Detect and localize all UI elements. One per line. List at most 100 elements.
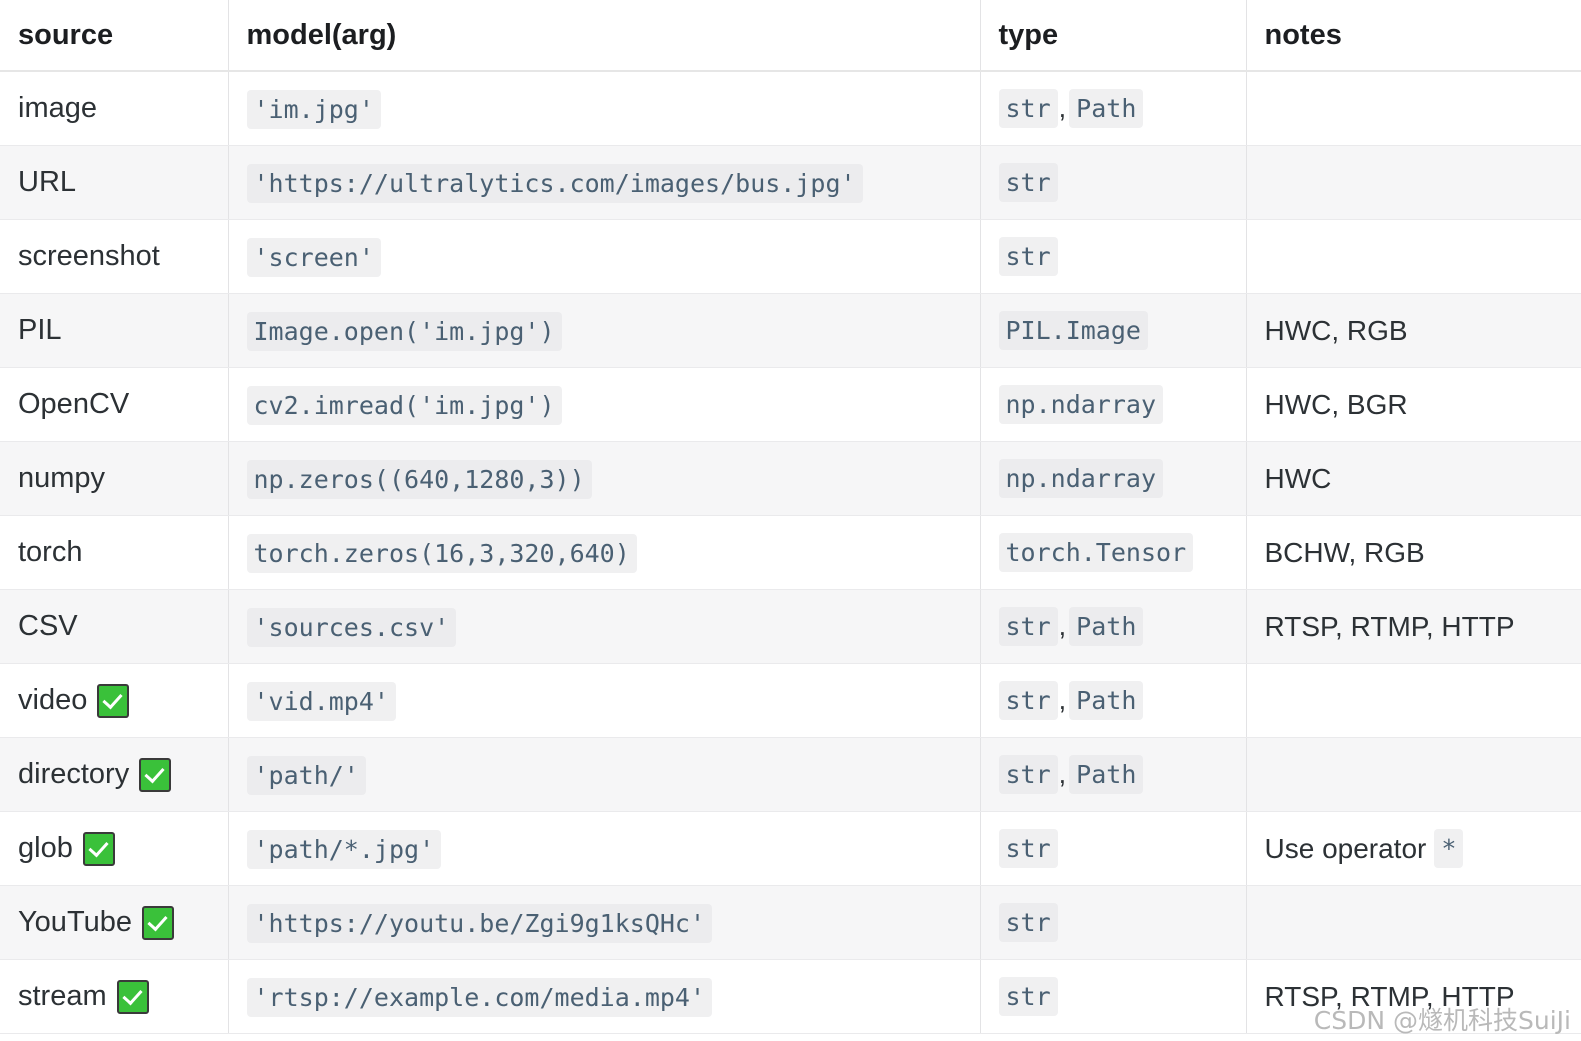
table-row: YouTube 'https://youtu.be/Zgi9g1ksQHc' str bbox=[0, 885, 1581, 960]
cell-model-arg: 'https://youtu.be/Zgi9g1ksQHc' bbox=[228, 885, 981, 960]
cell-model-arg: 'rtsp://example.com/media.mp4' bbox=[228, 959, 981, 1034]
type-cell-content: PIL.Image bbox=[998, 311, 1148, 350]
notes-cell-content: RTSP, RTMP, HTTP bbox=[1265, 981, 1515, 1013]
type-cell-content: str bbox=[998, 829, 1058, 868]
table-row: torch torch.zeros(16,3,320,640) torch.Tens… bbox=[0, 515, 1581, 590]
cell-source: glob bbox=[0, 811, 229, 886]
type-code: str bbox=[998, 163, 1058, 202]
type-code: str bbox=[998, 903, 1058, 942]
type-code: torch.Tensor bbox=[998, 533, 1194, 572]
cell-type: str, Path bbox=[980, 737, 1247, 812]
notes-text: HWC, BGR bbox=[1264, 388, 1408, 420]
type-separator: , bbox=[1058, 611, 1067, 641]
cell-model-arg: cv2.imread('im.jpg') bbox=[228, 367, 981, 442]
notes-cell-content: HWC bbox=[1265, 463, 1332, 495]
cell-type: str bbox=[980, 145, 1247, 220]
model-arg-code: 'vid.mp4' bbox=[246, 681, 396, 721]
cell-notes bbox=[1246, 663, 1581, 738]
model-arg-code: 'path/*.jpg' bbox=[246, 829, 442, 869]
check-mark-icon bbox=[97, 683, 130, 718]
source-cell-content: screenshot bbox=[18, 240, 228, 273]
type-separator: , bbox=[1058, 93, 1067, 123]
table-row: stream 'rtsp://example.com/media.mp4' str R… bbox=[0, 959, 1581, 1034]
cell-model-arg: 'vid.mp4' bbox=[228, 663, 981, 738]
cell-source: torch bbox=[0, 515, 229, 590]
model-arg-code: 'path/' bbox=[246, 755, 366, 795]
cell-type: PIL.Image bbox=[980, 293, 1247, 368]
cell-notes: HWC, BGR bbox=[1246, 367, 1581, 442]
cell-source: stream bbox=[0, 959, 229, 1034]
source-label: directory bbox=[18, 758, 130, 790]
model-arg-code: Image.open('im.jpg') bbox=[246, 311, 562, 351]
table-body: image'im.jpg' str, Path URL'https://ultraly… bbox=[0, 71, 1581, 1034]
model-arg-code: torch.zeros(16,3,320,640) bbox=[246, 533, 637, 573]
type-cell-content: str, Path bbox=[998, 89, 1144, 128]
type-code: np.ndarray bbox=[998, 385, 1164, 424]
cell-type: str bbox=[980, 811, 1247, 886]
source-cell-content: YouTube bbox=[18, 905, 228, 940]
cell-model-arg: np.zeros((640,1280,3)) bbox=[228, 441, 981, 516]
cell-notes: RTSP, RTMP, HTTP bbox=[1246, 589, 1581, 664]
cell-type: str, Path bbox=[980, 663, 1247, 738]
notes-text: RTSP, RTMP, HTTP bbox=[1264, 980, 1515, 1012]
inference-sources-table: source model(arg) type notes image 'im.jp… bbox=[0, 0, 1581, 1034]
table-row: PIL Image.open('im.jpg') PIL.Image HWC, RGB bbox=[0, 293, 1581, 368]
type-code: str bbox=[998, 607, 1058, 646]
cell-notes: BCHW, RGB bbox=[1246, 515, 1581, 590]
column-header-model-arg: model(arg) bbox=[228, 0, 981, 72]
cell-notes: HWC bbox=[1246, 441, 1581, 516]
cell-notes bbox=[1246, 885, 1581, 960]
model-arg-code: 'rtsp://example.com/media.mp4' bbox=[246, 977, 713, 1017]
type-cell-content: str, Path bbox=[998, 681, 1144, 720]
type-cell-content: str, Path bbox=[998, 755, 1144, 794]
source-label: glob bbox=[18, 832, 73, 864]
notes-cell-content: Use operator * bbox=[1265, 829, 1464, 868]
type-code: np.ndarray bbox=[998, 459, 1164, 498]
source-label: video bbox=[18, 684, 88, 716]
type-code: str bbox=[998, 755, 1058, 794]
check-mark-icon bbox=[141, 905, 174, 940]
model-arg-code: 'sources.csv' bbox=[246, 607, 457, 647]
type-cell-content: torch.Tensor bbox=[998, 533, 1194, 572]
source-label: torch bbox=[18, 536, 83, 568]
type-code: Path bbox=[1069, 89, 1144, 128]
cell-model-arg: Image.open('im.jpg') bbox=[228, 293, 981, 368]
source-cell-content: image bbox=[18, 92, 228, 125]
source-cell-content: numpy bbox=[18, 462, 228, 495]
check-mark-icon bbox=[139, 757, 172, 792]
model-arg-code: 'im.jpg' bbox=[246, 89, 381, 129]
notes-text: Use operator bbox=[1264, 832, 1427, 864]
cell-source: URL bbox=[0, 145, 229, 220]
cell-source: PIL bbox=[0, 293, 229, 368]
source-label: YouTube bbox=[18, 906, 132, 938]
type-cell-content: str bbox=[998, 163, 1058, 202]
type-code: str bbox=[998, 681, 1058, 720]
notes-text: RTSP, RTMP, HTTP bbox=[1264, 610, 1515, 642]
cell-notes: RTSP, RTMP, HTTP bbox=[1246, 959, 1581, 1034]
source-label: CSV bbox=[18, 610, 78, 642]
table-row: URL 'https://ultralytics.com/images/bus.j… bbox=[0, 145, 1581, 220]
cell-model-arg: 'path/' bbox=[228, 737, 981, 812]
cell-model-arg: 'im.jpg' bbox=[228, 71, 981, 146]
table-row: screenshot 'screen' str bbox=[0, 219, 1581, 294]
model-arg-code: cv2.imread('im.jpg') bbox=[246, 385, 562, 425]
cell-source: directory bbox=[0, 737, 229, 812]
cell-source: screenshot bbox=[0, 219, 229, 294]
type-code: Path bbox=[1069, 607, 1144, 646]
cell-source: video bbox=[0, 663, 229, 738]
source-cell-content: glob bbox=[18, 831, 228, 866]
source-cell-content: directory bbox=[18, 757, 228, 792]
cell-model-arg: 'sources.csv' bbox=[228, 589, 981, 664]
source-cell-content: CSV bbox=[18, 610, 228, 643]
type-code: str bbox=[998, 89, 1058, 128]
table-row: OpenCV cv2.imread('im.jpg') np.ndarray HWC,… bbox=[0, 367, 1581, 442]
type-code: str bbox=[998, 237, 1058, 276]
table-header: source model(arg) type notes bbox=[0, 0, 1581, 72]
type-code: Path bbox=[1069, 681, 1144, 720]
type-separator: , bbox=[1058, 759, 1067, 789]
header-row: source model(arg) type notes bbox=[0, 0, 1581, 72]
type-cell-content: str bbox=[998, 977, 1058, 1016]
notes-text: BCHW, RGB bbox=[1264, 536, 1425, 568]
notes-cell-content: RTSP, RTMP, HTTP bbox=[1265, 611, 1515, 643]
cell-notes: HWC, RGB bbox=[1246, 293, 1581, 368]
